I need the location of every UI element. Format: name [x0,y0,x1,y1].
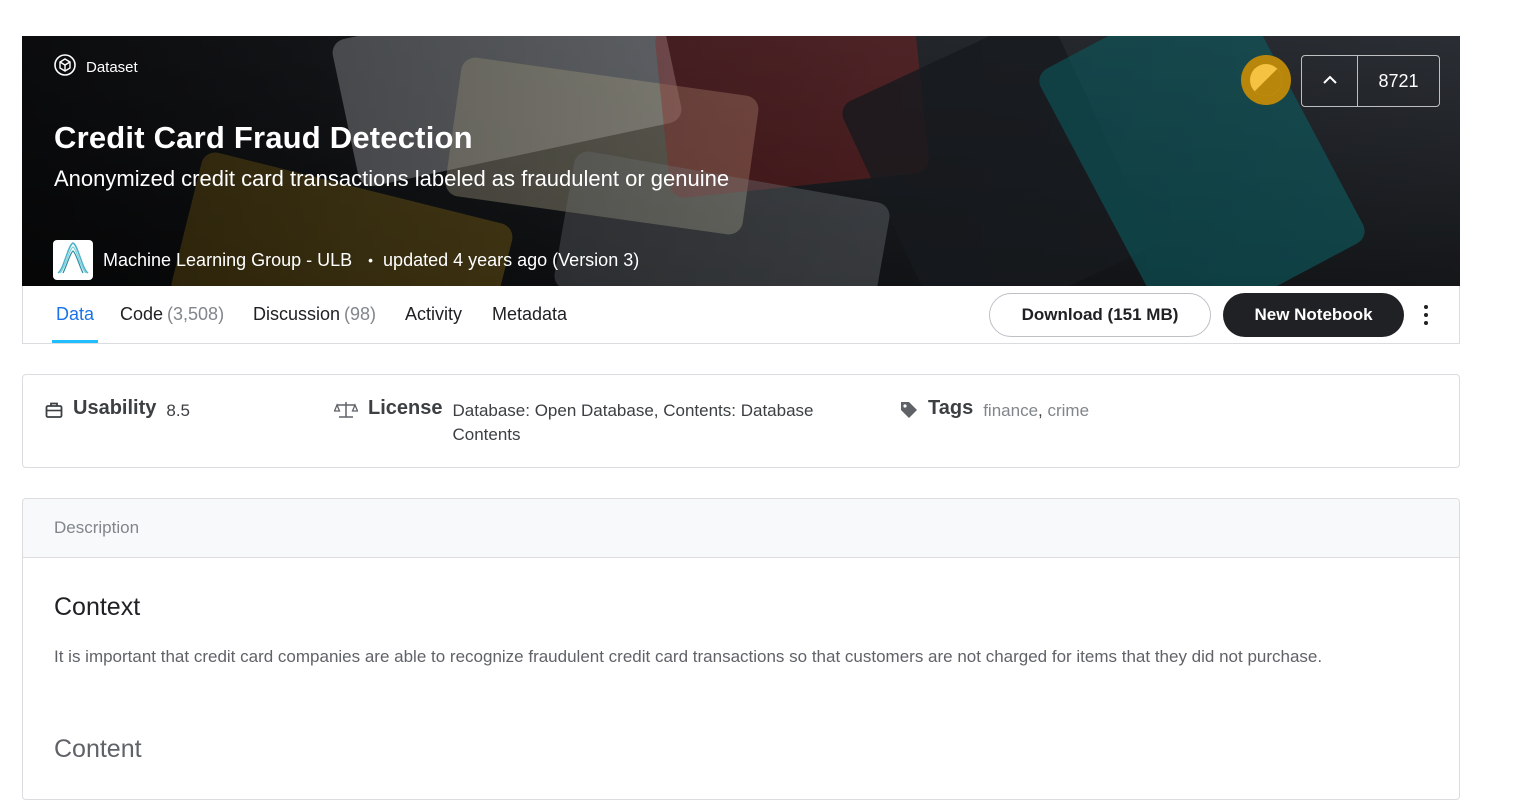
tab-label: Code [120,304,164,324]
content-heading: Content [54,735,142,763]
context-heading: Context [54,593,141,621]
usability-value: 8.5 [166,401,190,420]
tab-activity[interactable]: Activity [405,286,462,343]
tab-label: Discussion [253,304,341,324]
briefcase-icon [45,401,63,424]
dataset-meta-panel: Usability 8.5 License Database: Open Dat… [22,374,1460,468]
page-subtitle: Anonymized credit card transactions labe… [54,166,730,191]
license-item: License Database: Open Database, Content… [333,397,852,447]
tags-label: Tags [928,397,974,419]
license-value[interactable]: Database: Open Database, Contents: Datab… [452,399,852,447]
usability-item: Usability 8.5 [45,397,190,424]
tab-label: Activity [405,304,463,324]
owner-row: Machine Learning Group - ULB • updated 4… [53,240,639,280]
tab-data[interactable]: Data [51,286,99,343]
dataset-header-banner: Dataset Credit Card Fraud Detection Anon… [22,36,1460,286]
dataset-tab-bar: Data Code (3,508) Discussion (98) Activi… [22,286,1460,344]
download-button[interactable]: Download (151 MB) [989,293,1211,337]
context-paragraph: It is important that credit card compani… [54,647,1323,666]
tab-code[interactable]: Code (3,508) [120,286,224,343]
tab-count: (98) [344,304,377,324]
more-vert-icon[interactable] [1419,300,1433,330]
tags-list: finance, crime [983,401,1090,420]
tab-discussion[interactable]: Discussion (98) [253,286,376,343]
ulb-logo-icon [54,240,92,280]
page-title: Credit Card Fraud Detection [54,120,473,155]
dataset-kind-text: Dataset [86,58,138,76]
new-notebook-button[interactable]: New Notebook [1223,293,1404,337]
vote-count: 8721 [1378,70,1419,91]
updated-text: updated 4 years ago (Version 3) [383,249,640,270]
upvote-widget: 8721 [1301,55,1440,107]
owner-link[interactable]: Machine Learning Group - ULB [103,250,352,271]
upvote-button[interactable] [1302,56,1358,106]
avatar[interactable] [53,240,93,280]
description-header: Description [23,499,1459,558]
scale-icon [333,400,359,425]
chevron-up-icon [1322,72,1337,90]
dataset-cube-icon [54,54,76,80]
gold-medal-icon [1241,55,1291,105]
tab-label: Metadata [492,304,568,324]
dataset-kind-label: Dataset [54,54,138,80]
description-panel: Description Context It is important that… [22,498,1460,800]
tab-count: (3,508) [167,304,225,324]
separator-dot: • [368,252,374,268]
tags-item: Tags finance, crime [900,397,1089,424]
tab-metadata[interactable]: Metadata [492,286,567,343]
license-label: License [368,397,443,419]
tag-icon [900,401,918,424]
tag-link[interactable]: finance [983,401,1038,420]
tab-label: Data [56,304,95,324]
usability-label: Usability [73,397,157,419]
tag-link[interactable]: crime [1047,401,1089,420]
